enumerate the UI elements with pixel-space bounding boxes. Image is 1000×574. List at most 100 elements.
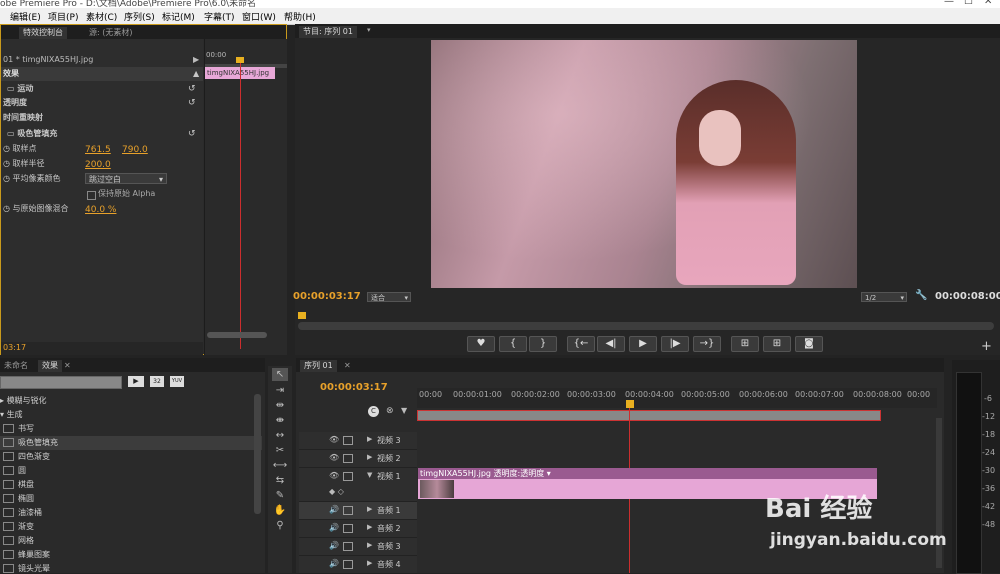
tab-sequence[interactable]: 序列 01: [300, 360, 337, 372]
play-arrow-icon[interactable]: ▶: [193, 55, 199, 64]
mark-in-button[interactable]: {: [499, 336, 527, 352]
close-icon[interactable]: ✕: [344, 361, 351, 370]
rolling-edit-icon[interactable]: ⇼: [272, 414, 288, 427]
stopwatch-icon[interactable]: ◷: [3, 174, 13, 183]
lock-icon[interactable]: [343, 454, 353, 463]
menu-sequence[interactable]: 序列(S): [124, 10, 155, 23]
speaker-icon[interactable]: 🔊: [329, 505, 339, 514]
menu-project[interactable]: 项目(P): [48, 10, 78, 23]
clip-label-bar[interactable]: timgNIXA55HJ.jpg 透明度:透明度 ▾: [418, 468, 877, 479]
keyframe-icon[interactable]: ◆ ◇: [329, 487, 344, 496]
razor-icon[interactable]: ✂: [272, 444, 288, 457]
expand-icon[interactable]: ▶: [367, 505, 372, 513]
menu-marker[interactable]: 标记(M): [162, 10, 195, 23]
sample-radius-value[interactable]: 200.0: [85, 160, 111, 170]
lock-icon[interactable]: [343, 436, 353, 445]
list-item[interactable]: 圆: [0, 464, 262, 478]
keep-alpha-checkbox[interactable]: [87, 191, 96, 200]
effects-search-input[interactable]: [0, 376, 122, 389]
playhead-marker-icon[interactable]: [626, 400, 634, 408]
track-audio-1[interactable]: 🔊 ▶ 音频 1: [299, 502, 417, 520]
close-button[interactable]: ✕: [984, 0, 992, 7]
menu-edit[interactable]: 编辑(E): [10, 10, 41, 23]
link-icon[interactable]: ⊗: [386, 406, 394, 416]
list-item[interactable]: 棋盘: [0, 478, 262, 492]
program-timecode[interactable]: 00:00:03:17: [293, 291, 361, 302]
marker-icon[interactable]: ▼: [401, 406, 407, 415]
lock-icon[interactable]: [343, 506, 353, 515]
zoom-icon[interactable]: ⚲: [272, 519, 288, 532]
eye-icon[interactable]: 👁: [329, 435, 339, 444]
tab-source[interactable]: 源: (无素材): [85, 27, 136, 39]
speaker-icon[interactable]: 🔊: [329, 541, 339, 550]
list-item[interactable]: 蜂巢图案: [0, 548, 262, 562]
reset-icon[interactable]: ↺: [188, 98, 196, 108]
list-item[interactable]: 油漆桶: [0, 506, 262, 520]
eyedropper-fill-row[interactable]: ▭ 吸色管填充: [7, 127, 57, 141]
program-scrub-bar[interactable]: [298, 322, 994, 330]
stopwatch-icon[interactable]: ◷: [3, 204, 13, 213]
lock-icon[interactable]: [343, 542, 353, 551]
tab-effect-controls[interactable]: 特效控制台: [19, 27, 67, 39]
expand-icon[interactable]: ▶: [367, 435, 372, 443]
list-item[interactable]: 书写: [0, 422, 262, 436]
speaker-icon[interactable]: 🔊: [329, 559, 339, 568]
export-frame-button[interactable]: ◙: [795, 336, 823, 352]
menu-window[interactable]: 窗口(W): [242, 10, 276, 23]
expand-icon[interactable]: ▶: [367, 559, 372, 567]
extract-button[interactable]: ⊞: [763, 336, 791, 352]
motion-row[interactable]: ▭ 运动: [7, 82, 33, 96]
fit-dropdown[interactable]: 适合 ▾: [367, 292, 411, 302]
ripple-edit-icon[interactable]: ⇹: [272, 399, 288, 412]
list-item[interactable]: ▾ 生成: [0, 408, 262, 422]
add-button[interactable]: +: [981, 339, 992, 354]
pen-icon[interactable]: ✎: [272, 489, 288, 502]
go-to-in-button[interactable]: {←: [567, 336, 595, 352]
menu-clip[interactable]: 素材(C): [86, 10, 117, 23]
lock-icon[interactable]: [343, 524, 353, 533]
accelerated-icon[interactable]: ▶: [128, 376, 144, 387]
sample-y-value[interactable]: 790.0: [122, 145, 148, 155]
wrench-icon[interactable]: 🔧: [915, 290, 927, 301]
mini-playhead[interactable]: [240, 59, 241, 349]
mini-scrollbar[interactable]: [207, 332, 267, 338]
effects-scrollbar[interactable]: [254, 394, 261, 514]
hand-icon[interactable]: ✋: [272, 504, 288, 517]
tab-effects[interactable]: 效果: [38, 360, 62, 372]
resolution-dropdown[interactable]: 1/2 ▾: [861, 292, 907, 302]
slip-icon[interactable]: ⟷: [272, 459, 288, 472]
eye-icon[interactable]: 👁: [329, 471, 339, 480]
expand-icon[interactable]: ▶: [367, 541, 372, 549]
track-audio-4[interactable]: 🔊 ▶ 音频 4: [299, 556, 417, 574]
lift-button[interactable]: ⊞: [731, 336, 759, 352]
track-select-icon[interactable]: ⇥: [272, 384, 288, 397]
minimize-button[interactable]: —: [944, 0, 954, 7]
list-item[interactable]: 四色渐变: [0, 450, 262, 464]
work-area-bar[interactable]: [417, 410, 881, 421]
lock-icon[interactable]: [343, 560, 353, 569]
expand-icon[interactable]: ▶: [367, 523, 372, 531]
menu-title[interactable]: 字幕(T): [204, 10, 235, 23]
go-to-out-button[interactable]: →}: [693, 336, 721, 352]
time-ruler[interactable]: 00:00 00:00:01:00 00:00:02:00 00:00:03:0…: [417, 388, 937, 408]
tab-program[interactable]: 节目: 序列 01: [299, 26, 357, 38]
snap-icon[interactable]: C: [368, 406, 379, 417]
maximize-button[interactable]: ☐: [964, 0, 973, 7]
avg-color-dropdown[interactable]: 跳过空白 ▾: [85, 173, 167, 184]
collapse-icon[interactable]: ▼: [367, 471, 372, 479]
tab-project[interactable]: 未命名: [0, 360, 32, 372]
yuv-icon[interactable]: YUV: [170, 376, 184, 387]
eye-icon[interactable]: 👁: [329, 453, 339, 462]
list-item-selected[interactable]: 吸色管填充: [0, 436, 262, 450]
mark-out-button[interactable]: }: [529, 336, 557, 352]
list-item[interactable]: 镜头光晕: [0, 562, 262, 573]
timeline-timecode[interactable]: 00:00:03:17: [320, 382, 388, 393]
reset-icon[interactable]: ↺: [188, 129, 196, 139]
menu-help[interactable]: 帮助(H): [284, 10, 316, 23]
32bit-icon[interactable]: 32: [150, 376, 164, 387]
stopwatch-icon[interactable]: ◷: [3, 159, 13, 168]
step-back-button[interactable]: ◀|: [597, 336, 625, 352]
opacity-row[interactable]: 透明度: [3, 96, 27, 110]
play-button[interactable]: ▶: [629, 336, 657, 352]
track-video-3[interactable]: 👁 ▶ 视频 3: [299, 432, 417, 450]
